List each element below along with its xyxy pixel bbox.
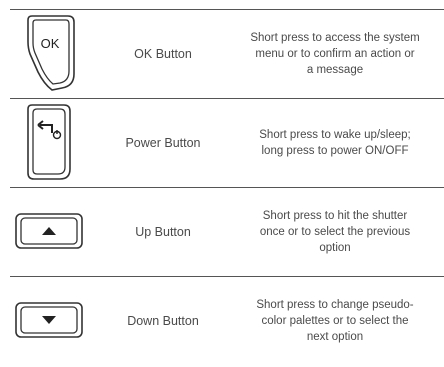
desc-line: option <box>319 242 351 254</box>
ok-button-icon: OK <box>27 15 75 91</box>
table-row-down: Down Button Short press to change pseudo… <box>10 276 444 365</box>
desc-line: color palettes or to select the <box>261 315 409 327</box>
down-button-icon <box>15 302 83 338</box>
desc-line: long press to power ON/OFF <box>261 145 409 157</box>
desc-line: once or to select the previous <box>259 226 411 238</box>
table-row-up: Up Button Short press to hit the shutter… <box>10 187 444 276</box>
button-description: Short press to access the system menu or… <box>228 30 444 78</box>
icon-cell <box>10 99 98 187</box>
ok-icon-label: OK <box>41 36 60 51</box>
button-description: Short press to change pseudo- color pale… <box>228 297 444 345</box>
icon-cell <box>10 277 98 365</box>
icon-cell <box>10 188 98 276</box>
button-name: Up Button <box>135 225 191 239</box>
desc-line: Short press to hit the shutter <box>262 210 408 222</box>
desc-line: Short press to wake up/sleep; <box>259 129 411 141</box>
button-description: Short press to wake up/sleep; long press… <box>228 127 444 159</box>
icon-cell: OK <box>10 10 98 98</box>
table-row-power: Power Button Short press to wake up/slee… <box>10 98 444 187</box>
desc-line: menu or to confirm an action or <box>255 48 415 60</box>
desc-line: next option <box>306 331 364 343</box>
button-name: OK Button <box>134 47 192 61</box>
button-function-table: OK OK Button Short press to access the s… <box>10 9 444 365</box>
desc-line: Short press to access the system <box>250 32 420 44</box>
desc-line: a message <box>306 64 364 76</box>
table-row-ok: OK OK Button Short press to access the s… <box>10 9 444 98</box>
button-name: Power Button <box>125 136 201 150</box>
button-name: Down Button <box>127 314 199 328</box>
desc-line: Short press to change pseudo- <box>256 299 414 311</box>
button-description: Short press to hit the shutter once or t… <box>228 208 444 256</box>
power-button-icon <box>27 104 71 180</box>
up-button-icon <box>15 213 83 249</box>
